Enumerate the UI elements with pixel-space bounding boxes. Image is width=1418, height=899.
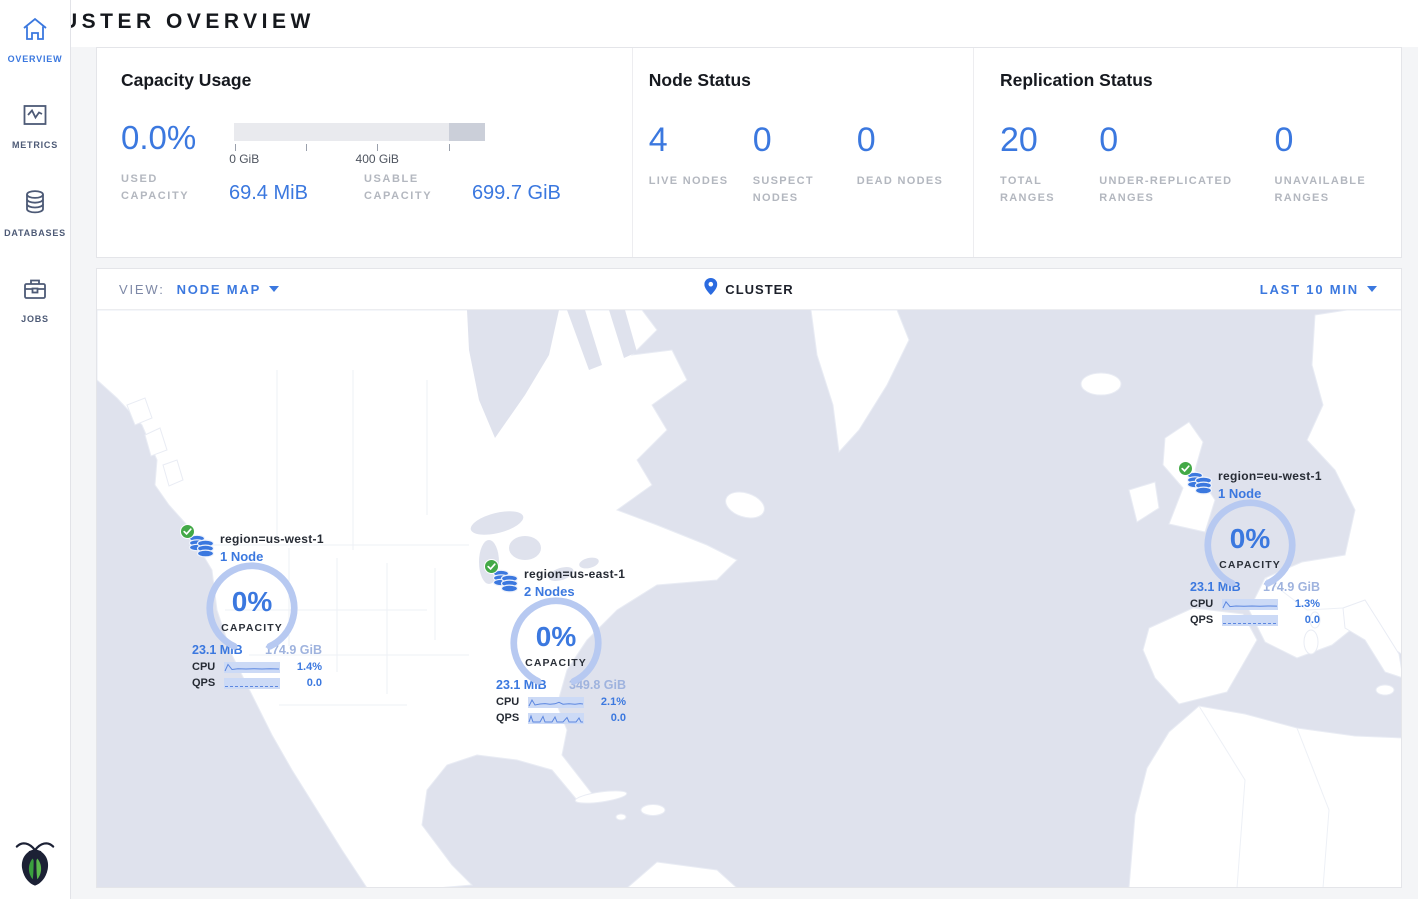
capacity-gauge: 0% CAPACITY <box>508 595 604 691</box>
axis-tick-label: 0 GiB <box>229 152 259 166</box>
cpu-value: 1.4% <box>280 661 322 673</box>
capacity-bar-usable-segment <box>234 123 449 141</box>
capacity-percent: 0.0% <box>121 121 196 165</box>
view-selector[interactable]: NODE MAP <box>177 282 279 297</box>
gauge-label: CAPACITY <box>1202 559 1298 571</box>
sidebar-item-jobs[interactable]: JOBS <box>21 276 49 324</box>
cluster-summary-panel: Capacity Usage 0.0% 0 GiB 400 GiB USE <box>96 47 1402 258</box>
replication-status-section: Replication Status 20 TOTAL RANGES 0 UND… <box>974 48 1401 257</box>
capacity-usage-section: Capacity Usage 0.0% 0 GiB 400 GiB USE <box>97 48 633 257</box>
gauge-label: CAPACITY <box>204 622 300 634</box>
cpu-sparkline <box>1222 599 1278 610</box>
healthy-check-icon <box>484 559 499 579</box>
qps-value: 0.0 <box>1278 614 1320 626</box>
cpu-sparkline <box>528 697 584 708</box>
locality-name: region=us-west-1 <box>220 532 324 546</box>
cpu-sparkline <box>224 662 280 673</box>
view-label: VIEW: <box>119 282 165 297</box>
gauge-percent: 0% <box>1202 523 1298 555</box>
usable-capacity-label: USABLE CAPACITY <box>364 171 450 205</box>
section-title: Node Status <box>649 70 973 91</box>
qps-label: QPS <box>1190 614 1222 626</box>
sidebar: OVERVIEW METRICS DATABASES <box>0 0 71 899</box>
chevron-down-icon <box>269 286 279 292</box>
cpu-label: CPU <box>192 661 224 673</box>
capacity-axis: 0 GiB 400 GiB <box>234 141 485 165</box>
sidebar-item-label: OVERVIEW <box>8 54 63 64</box>
cpu-value: 2.1% <box>584 696 626 708</box>
qps-value: 0.0 <box>584 712 626 724</box>
breadcrumb-label: CLUSTER <box>725 282 793 297</box>
locality-marker-eu-west-1[interactable]: region=eu-west-1 1 Node 0% CAPACITY 23.1… <box>1180 463 1332 626</box>
qps-value: 0.0 <box>280 677 322 689</box>
time-range-selector[interactable]: LAST 10 MIN <box>1260 282 1401 297</box>
capacity-gauge: 0% CAPACITY <box>204 560 300 656</box>
unavailable-ranges-stat: 0 UNAVAILABLE RANGES <box>1274 123 1401 207</box>
breadcrumb[interactable]: CLUSTER <box>704 278 793 300</box>
gauge-percent: 0% <box>508 621 604 653</box>
metrics-chart-icon <box>21 102 49 133</box>
locality-marker-us-west-1[interactable]: region=us-west-1 1 Node 0% CAPACITY 23.1… <box>182 526 334 689</box>
qps-sparkline <box>1222 615 1278 626</box>
sidebar-item-label: DATABASES <box>4 228 66 238</box>
cockroachdb-logo <box>15 838 55 891</box>
qps-label: QPS <box>192 677 224 689</box>
home-icon <box>21 16 49 47</box>
used-capacity-label: USED CAPACITY <box>121 171 207 205</box>
cpu-label: CPU <box>496 696 528 708</box>
cpu-label: CPU <box>1190 598 1222 610</box>
dead-nodes-stat: 0 DEAD NODES <box>857 123 961 207</box>
total-ranges-stat: 20 TOTAL RANGES <box>1000 123 1099 207</box>
capacity-bar: 0 GiB 400 GiB <box>234 123 485 165</box>
world-map: region=us-west-1 1 Node 0% CAPACITY 23.1… <box>97 310 1401 887</box>
section-title: Capacity Usage <box>121 70 632 91</box>
section-title: Replication Status <box>1000 70 1401 91</box>
gauge-label: CAPACITY <box>508 657 604 669</box>
sidebar-item-label: METRICS <box>12 140 58 150</box>
sidebar-item-label: JOBS <box>21 314 49 324</box>
usable-capacity-value: 699.7 GiB <box>472 182 561 205</box>
sidebar-item-metrics[interactable]: METRICS <box>12 102 58 150</box>
node-status-section: Node Status 4 LIVE NODES 0 SUSPECT NODES… <box>633 48 974 257</box>
locality-marker-us-east-1[interactable]: region=us-east-1 2 Nodes 0% CAPACITY 23.… <box>486 561 638 724</box>
locality-name: region=us-east-1 <box>524 567 625 581</box>
healthy-check-icon <box>180 524 195 544</box>
briefcase-icon <box>21 276 49 307</box>
qps-label: QPS <box>496 712 528 724</box>
location-pin-icon <box>704 278 717 300</box>
healthy-check-icon <box>1178 461 1193 481</box>
chevron-down-icon <box>1367 286 1377 292</box>
suspect-nodes-stat: 0 SUSPECT NODES <box>753 123 857 207</box>
sidebar-item-databases[interactable]: DATABASES <box>4 188 66 238</box>
under-replicated-ranges-stat: 0 UNDER-REPLICATED RANGES <box>1099 123 1274 207</box>
sidebar-item-overview[interactable]: OVERVIEW <box>8 16 63 64</box>
qps-sparkline <box>224 678 280 689</box>
axis-tick-label: 400 GiB <box>356 152 399 166</box>
map-toolbar: VIEW: NODE MAP CLUSTER LAST 10 MIN <box>97 269 1401 310</box>
capacity-gauge: 0% CAPACITY <box>1202 497 1298 593</box>
qps-sparkline <box>528 713 584 724</box>
node-map-panel: VIEW: NODE MAP CLUSTER LAST 10 MIN <box>96 268 1402 888</box>
gauge-percent: 0% <box>204 586 300 618</box>
cpu-value: 1.3% <box>1278 598 1320 610</box>
database-icon <box>21 188 49 221</box>
capacity-bar-other-segment <box>449 123 485 141</box>
used-capacity-value: 69.4 MiB <box>229 182 308 205</box>
locality-name: region=eu-west-1 <box>1218 469 1322 483</box>
live-nodes-stat: 4 LIVE NODES <box>649 123 753 207</box>
